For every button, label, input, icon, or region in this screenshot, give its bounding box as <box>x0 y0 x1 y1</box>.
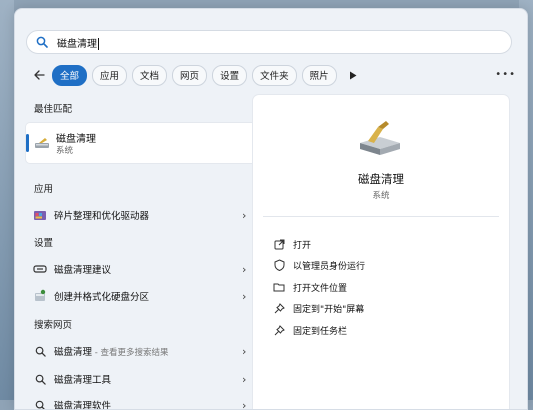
open-icon <box>269 239 289 250</box>
list-item-label: 创建并格式化硬盘分区 <box>54 289 242 303</box>
list-item[interactable]: 碎片整理和优化驱动器 › <box>26 203 258 227</box>
list-item-label: 碎片整理和优化驱动器 <box>54 208 242 222</box>
search-panel: 磁盘清理 全部 应用 文档 网页 设置 文件夹 照片 ••• 最佳匹配 磁盘清理… <box>14 8 528 410</box>
folder-icon <box>269 282 289 292</box>
action-pin-to-start[interactable]: 固定到"开始"屏幕 <box>269 298 364 318</box>
more-options-icon[interactable]: ••• <box>495 69 516 80</box>
apps-header: 应用 <box>34 181 53 195</box>
action-pin-to-taskbar[interactable]: 固定到任务栏 <box>269 320 347 340</box>
list-item[interactable]: 磁盘清理建议 › <box>26 257 258 281</box>
back-arrow-icon[interactable] <box>26 69 52 81</box>
disk-cleanup-icon <box>34 135 50 154</box>
shield-icon <box>269 259 289 271</box>
tab-settings[interactable]: 设置 <box>212 65 247 86</box>
play-more-icon[interactable] <box>344 71 362 80</box>
details-pane: 磁盘清理 系统 打开 以管理员身份运行 打开文件位置 固定到"开始"屏幕 <box>253 95 509 410</box>
tab-documents[interactable]: 文档 <box>132 65 167 86</box>
tab-all[interactable]: 全部 <box>52 65 87 86</box>
best-match-item[interactable]: 磁盘清理 系统 <box>26 123 258 163</box>
web-search-header: 搜索网页 <box>34 317 72 331</box>
list-item-label: 磁盘清理 - 查看更多搜索结果 <box>54 344 242 358</box>
action-label: 固定到任务栏 <box>293 324 347 337</box>
tab-web[interactable]: 网页 <box>172 65 207 86</box>
action-label: 打开文件位置 <box>293 281 347 294</box>
details-title: 磁盘清理 <box>253 171 509 187</box>
tab-photos[interactable]: 照片 <box>302 65 337 86</box>
action-label: 固定到"开始"屏幕 <box>293 302 364 315</box>
pin-icon <box>269 325 289 336</box>
selection-indicator <box>26 134 29 152</box>
tab-folders[interactable]: 文件夹 <box>252 65 297 86</box>
search-icon <box>26 400 54 410</box>
list-item[interactable]: 磁盘清理软件 › <box>26 393 258 410</box>
tab-apps[interactable]: 应用 <box>92 65 127 86</box>
search-input[interactable]: 磁盘清理 <box>57 35 99 50</box>
divider <box>263 216 499 217</box>
action-open-file-location[interactable]: 打开文件位置 <box>269 277 347 297</box>
settings-header: 设置 <box>34 235 53 249</box>
disk-partition-icon <box>26 289 54 303</box>
defrag-icon <box>26 208 54 222</box>
best-match-title: 磁盘清理 <box>56 130 96 145</box>
desktop-background-left <box>0 0 14 400</box>
search-icon <box>26 374 54 385</box>
filter-bar: 全部 应用 文档 网页 设置 文件夹 照片 ••• <box>26 64 516 86</box>
action-label: 打开 <box>293 238 311 251</box>
list-item-label: 磁盘清理工具 <box>54 372 242 386</box>
list-item-label: 磁盘清理建议 <box>54 262 242 276</box>
search-box[interactable]: 磁盘清理 <box>26 30 512 54</box>
disk-cleanup-large-icon <box>356 119 404 163</box>
list-item[interactable]: 磁盘清理 - 查看更多搜索结果 › <box>26 339 258 363</box>
list-item[interactable]: 磁盘清理工具 › <box>26 367 258 391</box>
search-icon <box>26 346 54 357</box>
text-caret <box>98 38 99 50</box>
search-icon <box>27 36 57 48</box>
storage-icon <box>26 264 54 274</box>
details-subtitle: 系统 <box>253 189 509 201</box>
best-match-subtitle: 系统 <box>56 144 73 156</box>
list-item[interactable]: 创建并格式化硬盘分区 › <box>26 284 258 308</box>
best-match-header: 最佳匹配 <box>34 101 72 115</box>
action-run-as-admin[interactable]: 以管理员身份运行 <box>269 255 365 275</box>
list-item-suffix: - 查看更多搜索结果 <box>92 348 168 358</box>
action-label: 以管理员身份运行 <box>293 259 365 272</box>
pin-icon <box>269 303 289 314</box>
action-open[interactable]: 打开 <box>269 234 311 254</box>
